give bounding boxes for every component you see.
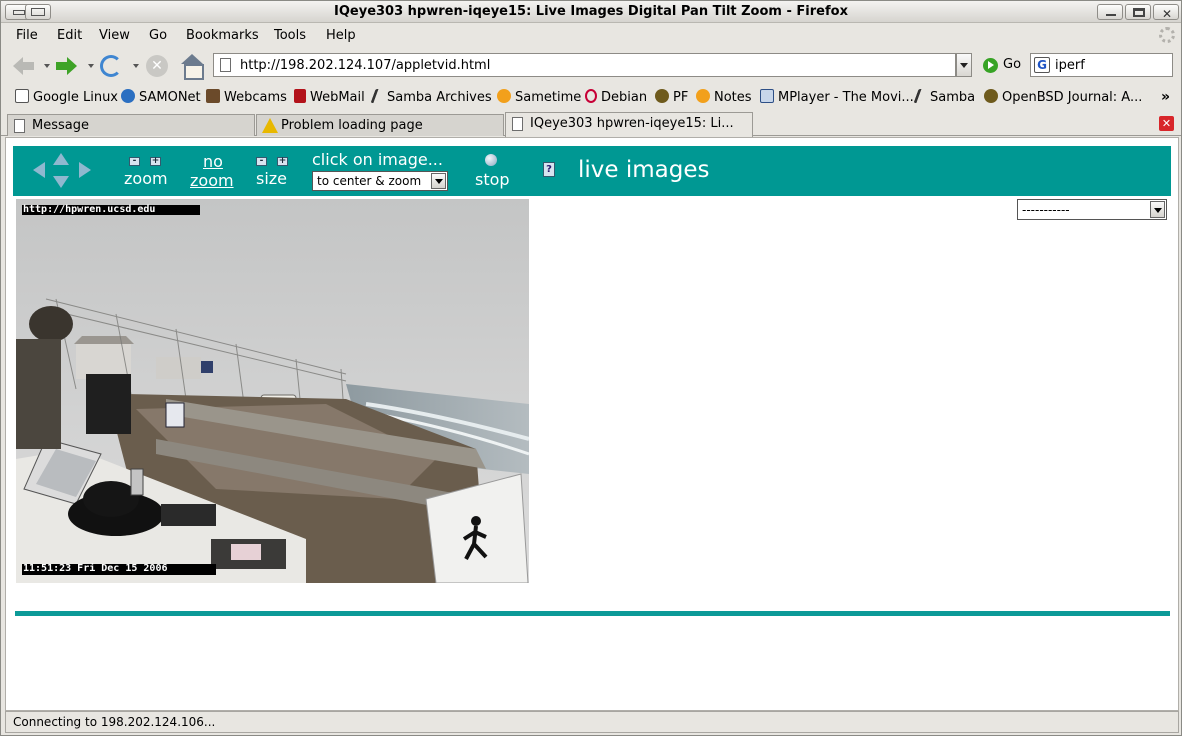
stop-ball-icon[interactable] xyxy=(485,154,497,166)
zoom-in-plus-icon[interactable]: + xyxy=(150,157,161,166)
menu-help[interactable]: Help xyxy=(326,28,356,43)
bookmark-mplayer[interactable]: MPlayer - The Movi... xyxy=(760,89,914,107)
menu-edit[interactable]: Edit xyxy=(57,28,82,43)
url-history-dropdown[interactable] xyxy=(956,53,972,77)
pufferfish-icon xyxy=(984,89,998,103)
preset-select[interactable]: ----------- xyxy=(1017,199,1167,220)
chevron-down-icon xyxy=(431,173,446,189)
tab-strip: Message Problem loading page IQeye303 hp… xyxy=(1,111,1181,137)
bookmarks-toolbar: Google Linux SAMONet Webcams WebMail Sam… xyxy=(1,85,1181,109)
tilt-up-arrow-icon[interactable] xyxy=(53,153,69,165)
zoom-out-minus-icon[interactable]: - xyxy=(129,157,140,166)
status-text: Connecting to 198.202.124.106... xyxy=(13,715,216,729)
status-bar: Connecting to 198.202.124.106... xyxy=(5,711,1179,733)
close-tab-icon[interactable]: ✕ xyxy=(1159,116,1174,131)
search-input[interactable] xyxy=(1055,56,1167,74)
camera-live-image[interactable]: http://hpwren.ucsd.edu 11:51:23 Fri Dec … xyxy=(16,199,529,583)
page-content: - + zoom no zoom - + size click on image… xyxy=(5,137,1179,711)
bookmark-google-linux[interactable]: Google Linux xyxy=(15,89,118,107)
navigation-toolbar: ✕ Go G xyxy=(1,48,1181,82)
bookmark-webmail[interactable]: WebMail xyxy=(294,89,365,107)
pan-right-arrow-icon[interactable] xyxy=(79,162,91,178)
page-icon xyxy=(14,119,25,133)
tab-problem-loading[interactable]: Problem loading page xyxy=(256,114,504,136)
bookmarks-overflow-chevron-icon[interactable]: » xyxy=(1161,89,1170,105)
maximize-button[interactable] xyxy=(1125,4,1151,20)
menu-go[interactable]: Go xyxy=(149,28,167,43)
bookmark-openbsd-journal[interactable]: OpenBSD Journal: A... xyxy=(984,89,1142,107)
forward-arrow-icon[interactable] xyxy=(55,54,79,78)
help-question-icon[interactable]: ? xyxy=(543,162,555,177)
camera-timestamp-overlay: 11:51:23 Fri Dec 15 2006 xyxy=(23,563,168,574)
title-bar: IQeye303 hpwren-iqeye15: Live Images Dig… xyxy=(1,1,1181,23)
no-zoom-link-line2[interactable]: zoom xyxy=(190,171,234,190)
camera-control-bar: - + zoom no zoom - + size click on image… xyxy=(13,146,1171,196)
mplayer-icon xyxy=(760,89,774,103)
pufferfish-icon xyxy=(655,89,669,103)
no-zoom-link-line1[interactable]: no xyxy=(203,152,223,171)
camera-scene xyxy=(16,199,529,583)
tab-iqeye[interactable]: IQeye303 hpwren-iqeye15: Li... xyxy=(505,112,753,137)
url-bar[interactable] xyxy=(213,53,956,77)
camera-url-overlay: http://hpwren.ucsd.edu xyxy=(23,204,156,215)
live-images-heading: live images xyxy=(578,157,710,183)
size-decrease-minus-icon[interactable]: - xyxy=(256,157,267,166)
url-input[interactable] xyxy=(240,56,940,74)
close-window-button[interactable]: ✕ xyxy=(1153,4,1179,21)
throbber-icon xyxy=(1159,27,1175,43)
bookmark-debian[interactable]: Debian xyxy=(585,89,647,107)
reload-dropdown-icon[interactable] xyxy=(133,64,139,68)
search-box[interactable]: G xyxy=(1030,53,1173,77)
reload-icon[interactable] xyxy=(100,55,122,77)
tilt-down-arrow-icon[interactable] xyxy=(53,176,69,188)
warning-icon xyxy=(262,118,278,133)
bookmark-notes[interactable]: Notes xyxy=(696,89,752,107)
click-mode-select[interactable]: to center & zoom xyxy=(312,171,448,191)
debian-icon xyxy=(585,89,597,103)
samba-icon xyxy=(913,89,929,103)
click-on-image-label: click on image... xyxy=(312,150,443,169)
sametime-icon xyxy=(497,89,511,103)
shield-icon xyxy=(206,89,220,103)
horizontal-rule xyxy=(15,611,1170,616)
tab-message[interactable]: Message xyxy=(7,114,255,136)
go-label: Go xyxy=(1003,57,1022,72)
bookmark-samonet[interactable]: SAMONet xyxy=(121,89,201,107)
bookmark-samba-archives[interactable]: Samba Archives xyxy=(370,89,492,107)
menu-bookmarks[interactable]: Bookmarks xyxy=(186,28,259,43)
yahoo-icon xyxy=(294,89,306,103)
bookmark-webcams[interactable]: Webcams xyxy=(206,89,287,107)
menu-tools[interactable]: Tools xyxy=(274,28,306,43)
samba-icon xyxy=(370,89,386,103)
back-history-dropdown-icon[interactable] xyxy=(44,64,50,68)
google-search-engine-icon[interactable]: G xyxy=(1034,57,1050,73)
window-title: IQeye303 hpwren-iqeye15: Live Images Dig… xyxy=(334,4,848,19)
go-arrow-icon xyxy=(983,58,998,73)
preset-select-value: ----------- xyxy=(1022,203,1070,217)
browser-window: IQeye303 hpwren-iqeye15: Live Images Dig… xyxy=(0,0,1182,736)
menu-view[interactable]: View xyxy=(99,28,130,43)
stop-label[interactable]: stop xyxy=(475,170,510,189)
home-icon[interactable] xyxy=(180,54,204,80)
page-icon xyxy=(512,117,523,131)
menu-file[interactable]: File xyxy=(16,28,38,43)
forward-history-dropdown-icon[interactable] xyxy=(88,64,94,68)
zoom-label: zoom xyxy=(124,169,168,188)
bookmark-samba[interactable]: Samba xyxy=(913,89,975,107)
minimize-button[interactable] xyxy=(1097,4,1123,20)
menu-bar: File Edit View Go Bookmarks Tools Help xyxy=(1,24,1181,47)
click-mode-value: to center & zoom xyxy=(317,174,422,188)
drop-icon xyxy=(121,89,135,103)
bookmark-pf[interactable]: PF xyxy=(655,89,688,107)
size-label: size xyxy=(256,169,288,188)
bookmark-sametime[interactable]: Sametime xyxy=(497,89,581,107)
page-icon xyxy=(220,58,231,72)
chevron-down-icon xyxy=(1150,201,1165,218)
stop-icon[interactable]: ✕ xyxy=(146,55,168,77)
size-increase-plus-icon[interactable]: + xyxy=(277,157,288,166)
google-icon xyxy=(15,89,29,103)
pan-left-arrow-icon[interactable] xyxy=(33,162,45,178)
notes-icon xyxy=(696,89,710,103)
back-arrow-icon[interactable] xyxy=(11,54,35,78)
